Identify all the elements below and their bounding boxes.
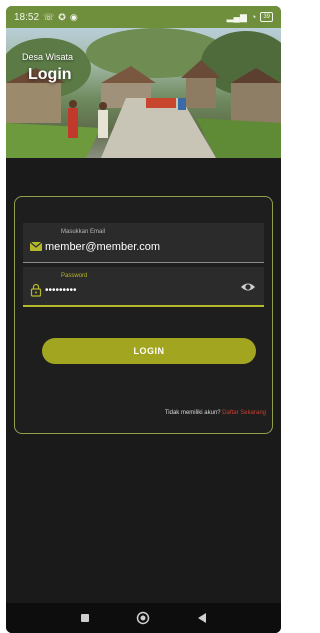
village-scene-illustration xyxy=(6,28,281,158)
password-input[interactable]: ••••••••• xyxy=(45,285,77,296)
signup-row: Tidak memiliki akun? Daftar Sekarang xyxy=(165,410,266,416)
home-icon[interactable] xyxy=(136,611,150,625)
call-icon: ☏ xyxy=(43,11,55,22)
password-label: Password xyxy=(61,273,88,279)
lock-icon xyxy=(29,283,43,297)
hero-subtitle: Desa Wisata xyxy=(22,52,74,62)
battery-icon: 39 xyxy=(260,12,273,22)
login-card: Masukkan Email member@member.com Passwor… xyxy=(14,196,273,434)
notification-icon: ◉ xyxy=(69,11,78,22)
nav-bar xyxy=(6,603,281,633)
back-icon[interactable] xyxy=(195,611,209,625)
status-right: ▂▄▆ ◔ 39 xyxy=(227,12,273,22)
status-bar: 18:52 ☏ ✪ ◉ ▂▄▆ ◔ 39 xyxy=(6,6,281,28)
phone-screen: 18:52 ☏ ✪ ◉ ▂▄▆ ◔ 39 Desa Wisata Login M… xyxy=(6,6,281,633)
status-time: 18:52 xyxy=(14,11,40,23)
hero-image: Desa Wisata Login xyxy=(6,28,281,158)
email-label: Masukkan Email xyxy=(61,229,106,235)
email-field[interactable]: Masukkan Email member@member.com xyxy=(23,223,264,263)
wifi-icon: ◔ xyxy=(250,11,257,22)
password-field[interactable]: Password ••••••••• xyxy=(23,267,264,307)
signup-prompt: Tidak memiliki akun? xyxy=(164,410,221,416)
page-title: Login xyxy=(28,66,72,83)
login-button[interactable]: LOGIN xyxy=(42,338,256,364)
recent-apps-icon[interactable] xyxy=(78,611,92,625)
signal-icon: ▂▄▆ xyxy=(226,11,247,22)
email-icon xyxy=(29,239,43,253)
battery-level: 39 xyxy=(263,14,270,20)
signup-link[interactable]: Daftar Sekarang xyxy=(222,410,266,416)
status-left: 18:52 ☏ ✪ ◉ xyxy=(14,12,78,23)
email-input[interactable]: member@member.com xyxy=(45,241,160,253)
accessibility-icon: ✪ xyxy=(58,11,66,22)
eye-icon[interactable] xyxy=(240,280,256,294)
